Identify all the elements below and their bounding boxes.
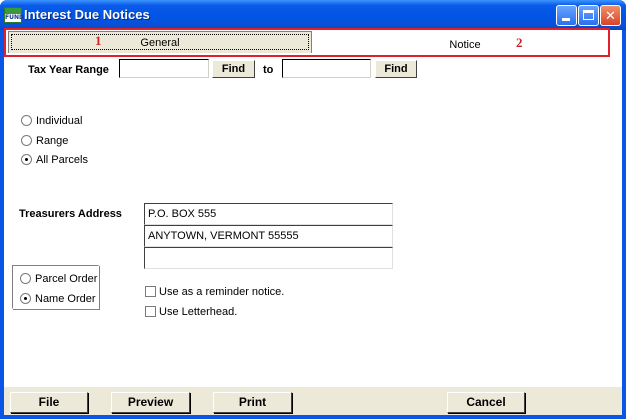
maximize-icon[interactable] (578, 5, 599, 26)
find-to-button[interactable]: Find (375, 60, 417, 78)
button-bar: File Preview Print Cancel (4, 386, 622, 415)
title-bar[interactable]: FUND Interest Due Notices ✕ (0, 0, 626, 30)
radio-individual[interactable] (21, 115, 32, 126)
callout-number-1: 1 (95, 33, 102, 48)
reminder-checkbox[interactable] (145, 286, 156, 297)
individual-label: Individual (36, 115, 83, 127)
callout-number-2: 2 (516, 35, 523, 50)
cancel-button[interactable]: Cancel (447, 392, 525, 413)
radio-range[interactable] (21, 135, 32, 146)
all-parcels-label: All Parcels (36, 154, 88, 166)
radio-all-parcels[interactable] (21, 154, 32, 165)
find-from-button[interactable]: Find (212, 60, 255, 78)
treasurers-address-label: Treasurers Address (19, 208, 122, 220)
tax-year-to-input[interactable] (282, 59, 371, 78)
preview-button[interactable]: Preview (111, 392, 190, 413)
minimize-icon[interactable] (556, 5, 577, 26)
close-icon[interactable]: ✕ (600, 5, 621, 26)
range-label: Range (36, 135, 69, 147)
tax-year-from-input[interactable] (119, 59, 209, 78)
name-order-label: Name Order (35, 293, 96, 305)
fund-app-icon: FUND (4, 7, 24, 23)
to-label: to (263, 64, 274, 76)
window-title: Interest Due Notices (24, 7, 150, 22)
file-button[interactable]: File (10, 392, 88, 413)
app-window: FUND Interest Due Notices ✕ General Noti… (0, 0, 626, 419)
tax-year-range-label: Tax Year Range (28, 64, 109, 76)
letterhead-label: Use Letterhead. (159, 306, 238, 318)
reminder-label: Use as a reminder notice. (159, 286, 285, 298)
radio-parcel-order[interactable] (20, 273, 31, 284)
radio-name-order[interactable] (20, 293, 31, 304)
address-line-3-input[interactable] (144, 247, 393, 269)
letterhead-checkbox[interactable] (145, 306, 156, 317)
print-button[interactable]: Print (213, 392, 292, 413)
address-line-2-input[interactable]: ANYTOWN, VERMONT 55555 (144, 225, 393, 247)
tab-strip: General Notice 1 2 (4, 28, 622, 58)
dialog-body: General Notice 1 2 Tax Year Range Find t… (4, 28, 622, 415)
parcel-order-label: Parcel Order (35, 273, 98, 285)
address-line-1-input[interactable]: P.O. BOX 555 (144, 203, 393, 225)
